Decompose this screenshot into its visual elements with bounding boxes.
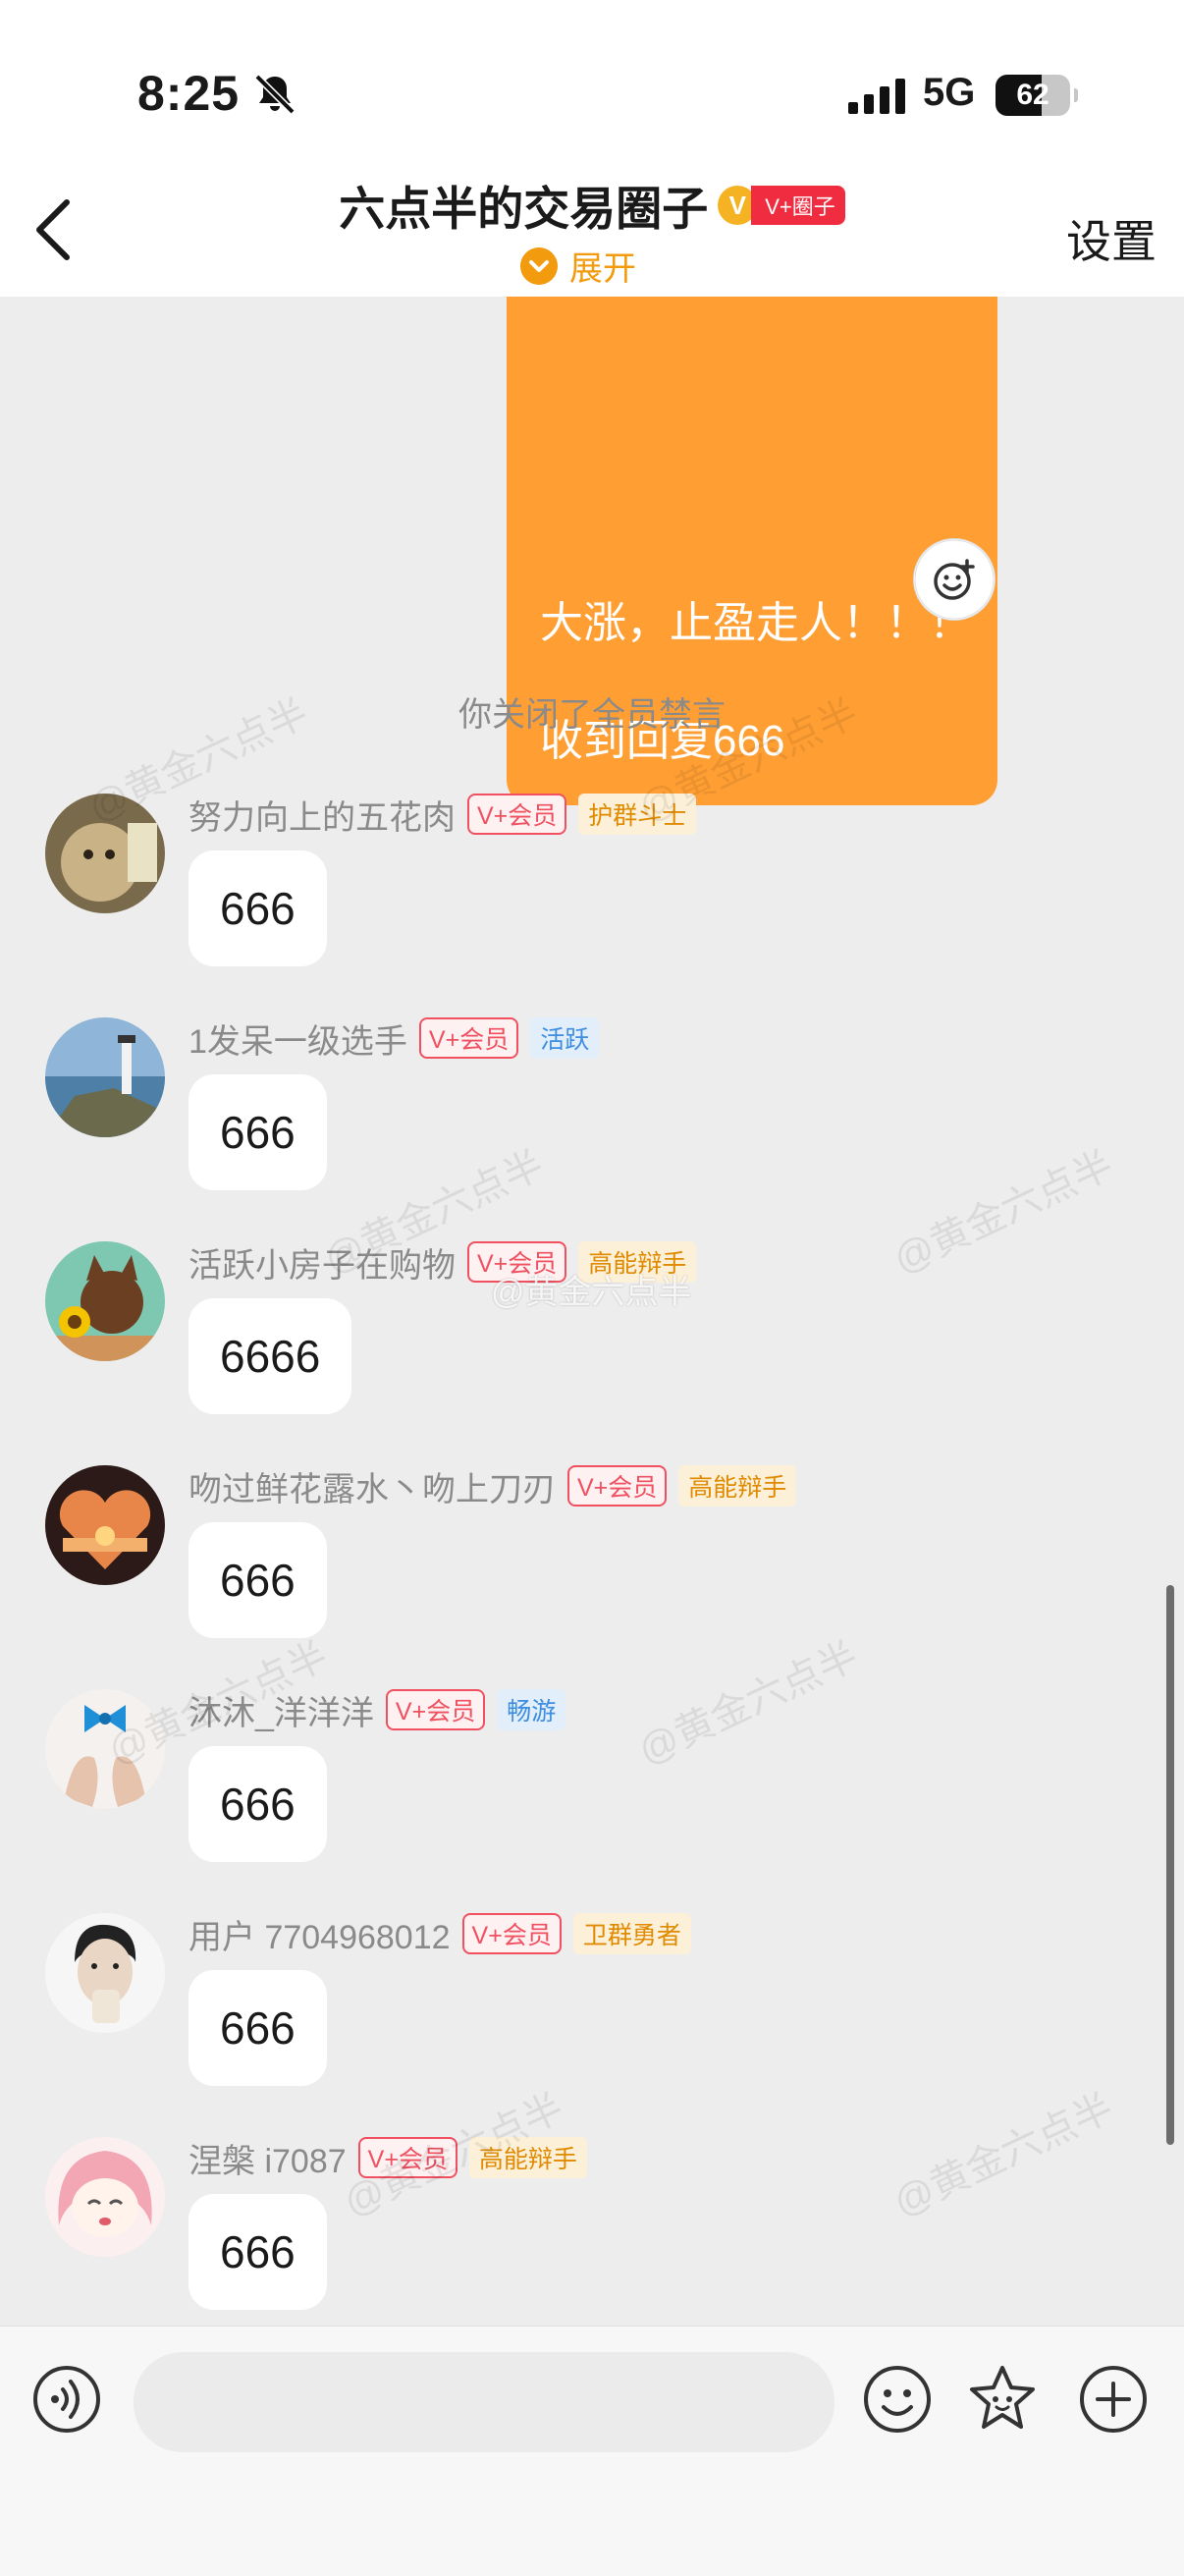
chat-message: 吻过鲜花露水丶吻上刀刃 V+会员 高能辩手 666 [0,1461,1184,1685]
message-bubble[interactable]: 666 [188,1074,327,1190]
sender-info: 用户 7704968012 V+会员 卫群勇者 [188,1909,691,1958]
sender-info: 吻过鲜花露水丶吻上刀刃 V+会员 高能辩手 [188,1461,797,1510]
sender-name[interactable]: 用户 7704968012 [188,1910,451,1958]
message-bubble[interactable]: 666 [188,850,327,966]
network-type: 5G [923,71,976,114]
avatar[interactable] [45,2137,165,2257]
battery-icon: 62 [996,75,1078,116]
signal-icon [848,79,905,114]
sender-name[interactable]: 1发呆一级选手 [188,1014,407,1063]
avatar[interactable] [45,1017,165,1137]
status-time: 8:25 [137,66,241,121]
avatar[interactable] [45,1913,165,2033]
bell-slash-icon [254,74,296,115]
voice-icon[interactable] [31,2364,102,2435]
message-bubble[interactable]: 666 [188,2194,327,2310]
plus-icon[interactable] [1078,2364,1149,2435]
vip-badge: V+会员 [385,1689,486,1730]
chat-message: 努力向上的五花肉 V+会员 护群斗士 666 [0,790,1184,1014]
sender-name[interactable]: 涅槃 i7087 [188,2134,347,2182]
settings-button[interactable]: 设置 [1066,206,1157,271]
role-badge: 卫群勇者 [572,1913,691,1954]
sender-info: 努力向上的五花肉 V+会员 护群斗士 [188,790,697,839]
role-badge: 活跃 [530,1017,600,1059]
message-bubble[interactable]: 666 [188,1970,327,2086]
message-bubble[interactable]: 6666 [188,1298,352,1414]
emoji-reaction-icon[interactable] [913,538,996,621]
chevron-down-icon [520,247,558,285]
vip-badge: V+会员 [461,1913,562,1954]
chat-message: 用户 7704968012 V+会员 卫群勇者 666 [0,1909,1184,2133]
avatar[interactable] [45,1465,165,1585]
vip-badge: V+会员 [467,794,567,835]
message-bubble[interactable]: 666 [188,1746,327,1862]
battery-level: 62 [1016,79,1049,111]
sender-name[interactable]: 吻过鲜花露水丶吻上刀刃 [188,1462,556,1510]
avatar[interactable] [45,1241,165,1361]
scrollbar[interactable] [1166,1585,1174,2145]
expand-label: 展开 [569,250,636,288]
chat-area[interactable]: 大涨，止盈走人！！！ 收到回复666 你关闭了全员禁言 努力向上的五花肉 V+会… [0,297,1184,2326]
message-bubble[interactable]: 666 [188,1522,327,1638]
top-bar: 8:25 5G 62 六点半的交易圈子 V V+圈子 展开 设置 [0,0,1184,297]
vip-badge: V+会员 [567,1465,668,1507]
role-badge: 高能辩手 [678,1465,797,1507]
sender-info: 1发呆一级选手 V+会员 活跃 [188,1014,600,1063]
role-badge: 畅游 [497,1689,566,1730]
vip-badge: V+会员 [418,1017,519,1059]
page-title: 六点半的交易圈子 V V+圈子 [0,171,1184,239]
center-watermark: @黄金六点半 [491,1274,692,1311]
group-badge-label: V+圈子 [751,185,845,225]
system-message: 你关闭了全员禁言 [458,696,726,734]
group-badge: V V+圈子 [718,185,845,225]
group-name: 六点半的交易圈子 [339,183,709,235]
star-icon[interactable] [966,2362,1039,2435]
message-input[interactable] [134,2352,834,2452]
expand-button[interactable]: 展开 [520,242,636,290]
smile-icon[interactable] [862,2364,933,2435]
input-bar [0,2326,1184,2576]
own-message-line1: 大涨，止盈走人！！！ [540,599,972,647]
sender-name[interactable]: 努力向上的五花肉 [188,791,456,839]
